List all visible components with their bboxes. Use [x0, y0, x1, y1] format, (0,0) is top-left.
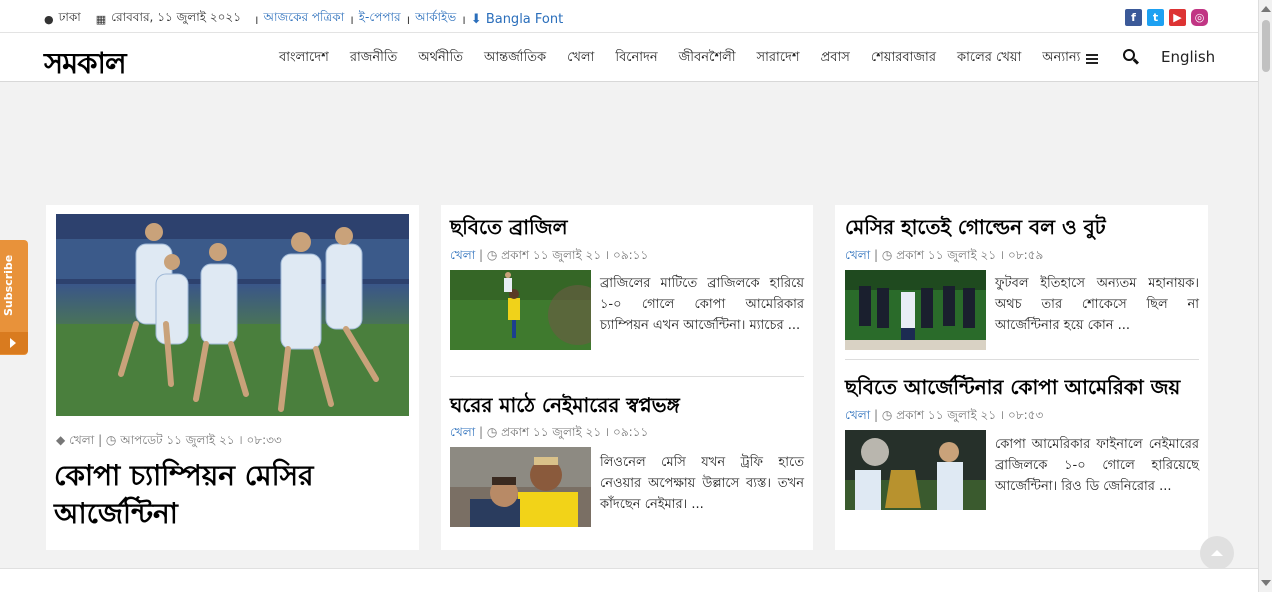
- clock-icon: ◷: [486, 425, 498, 439]
- story-title[interactable]: ঘরের মাঠে নেইমারের স্বপ্নভঙ্গ: [450, 391, 680, 424]
- clock-icon: ◷: [881, 408, 893, 422]
- clock-icon: ◷: [486, 248, 498, 262]
- page-scrollbar[interactable]: [1258, 0, 1272, 592]
- nav-item-expatriate[interactable]: প্রবাস: [821, 48, 850, 69]
- nav-item-more[interactable]: অন্যান্য: [1042, 48, 1099, 69]
- english-link[interactable]: English: [1161, 48, 1215, 66]
- main-nav: বাংলাদেশ রাজনীতি অর্থনীতি আন্তর্জাতিক খে…: [279, 48, 1099, 69]
- scroll-thumb[interactable]: [1262, 20, 1270, 72]
- location-pin-icon: ●: [44, 12, 54, 26]
- scroll-down-icon[interactable]: [1261, 580, 1271, 586]
- divider: [450, 376, 804, 377]
- todays-paper-link[interactable]: আজকের পত্রিকা: [264, 9, 345, 29]
- nav-item-bangladesh[interactable]: বাংলাদেশ: [279, 48, 329, 69]
- story-meta: খেলা | ◷ প্রকাশ ১১ জুলাই ২১ । ০৮:৫৯: [845, 248, 1044, 262]
- location-label: ঢাকা: [58, 10, 81, 24]
- story-title[interactable]: ছবিতে আর্জেন্টিনার কোপা আমেরিকা জয়: [845, 373, 1180, 406]
- facebook-icon[interactable]: f: [1125, 9, 1142, 26]
- archive-link[interactable]: আর্কাইভ: [415, 9, 456, 29]
- hamburger-icon: [1086, 53, 1099, 64]
- site-logo[interactable]: সমকাল: [44, 41, 127, 90]
- story-thumbnail[interactable]: [845, 270, 986, 350]
- lead-story-title[interactable]: কোপা চ্যাম্পিয়ন মেসির আর্জেন্টিনা: [54, 457, 354, 533]
- story-meta: খেলা | ◷ প্রকাশ ১১ জুলাই ২১ । ০৯:১১: [450, 425, 649, 439]
- lead-story-meta: ◆ খেলা | ◷ আপডেট ১১ জুলাই ২১ । ০৮:৩৩: [56, 433, 282, 447]
- story-thumbnail[interactable]: [845, 430, 986, 510]
- top-bar: ● ঢাকা ▦ রোববার, ১১ জুলাই ২০২১ । আজকের প…: [0, 0, 1258, 33]
- story-published: প্রকাশ ১১ জুলাই ২১ । ০৮:৫৯: [896, 248, 1044, 262]
- nav-item-stock-market[interactable]: শেয়ারবাজার: [871, 48, 936, 69]
- nav-item-economy[interactable]: অর্থনীতি: [418, 48, 463, 69]
- story-thumbnail[interactable]: [450, 270, 591, 350]
- story-column-3: মেসির হাতেই গোল্ডেন বল ও বুট খেলা | ◷ প্…: [835, 205, 1208, 550]
- lead-story-image[interactable]: [56, 214, 409, 416]
- twitter-icon[interactable]: t: [1147, 9, 1164, 26]
- scroll-up-icon[interactable]: [1261, 6, 1271, 12]
- clock-icon: ◷: [105, 433, 117, 447]
- bangla-font-link[interactable]: ⬇ Bangla Font: [471, 12, 563, 27]
- story-excerpt: ফুটবল ইতিহাসে অন্যতম মহানায়ক। অথচ তার শ…: [995, 276, 1199, 333]
- story-category[interactable]: খেলা: [845, 408, 870, 422]
- story-excerpt: ব্রাজিলের মাটিতে ব্রাজিলকে হারিয়ে ১-০ গ…: [600, 276, 804, 333]
- nav-item-politics[interactable]: রাজনীতি: [350, 48, 398, 69]
- clock-icon: ◷: [881, 248, 893, 262]
- date-label: রোববার, ১১ জুলাই ২০২১: [111, 10, 241, 24]
- nav-item-kaler-kheya[interactable]: কালের খেয়া: [957, 48, 1021, 69]
- tag-icon: ◆: [56, 433, 66, 447]
- nav-more-label: অন্যান্য: [1042, 50, 1081, 65]
- story-meta: খেলা | ◷ প্রকাশ ১১ জুলাই ২১ । ০৯:১১: [450, 248, 649, 262]
- story-meta: খেলা | ◷ প্রকাশ ১১ জুলাই ২১ । ০৮:৫৩: [845, 408, 1044, 422]
- story-category[interactable]: খেলা: [845, 248, 870, 262]
- search-icon[interactable]: [1123, 49, 1140, 65]
- subscribe-label: Subscribe: [2, 254, 15, 316]
- top-bar-left: ● ঢাকা ▦ রোববার, ১১ জুলাই ২০২১ । আজকের প…: [44, 9, 563, 29]
- back-to-top-button[interactable]: [1200, 536, 1234, 570]
- lead-story-updated: আপডেট ১১ জুলাই ২১ । ০৮:৩৩: [120, 433, 282, 447]
- nav-item-lifestyle[interactable]: জীবনশৈলী: [679, 48, 736, 69]
- footer-strip: [0, 568, 1258, 592]
- story-thumbnail[interactable]: [450, 447, 591, 527]
- social-links: f t ▶ ◎: [1125, 9, 1208, 26]
- nav-item-sports[interactable]: খেলা: [567, 48, 594, 69]
- bangla-font-label: Bangla Font: [485, 11, 564, 27]
- story-category[interactable]: খেলা: [450, 425, 475, 439]
- story-title[interactable]: ছবিতে ব্রাজিল: [450, 213, 568, 246]
- story-published: প্রকাশ ১১ জুলাই ২১ । ০৮:৫৩: [896, 408, 1044, 422]
- story-category[interactable]: খেলা: [450, 248, 475, 262]
- calendar-icon: ▦: [95, 12, 107, 26]
- story-title[interactable]: মেসির হাতেই গোল্ডেন বল ও বুট: [845, 213, 1106, 246]
- main-navbar: সমকাল বাংলাদেশ রাজনীতি অর্থনীতি আন্তর্জা…: [0, 33, 1258, 82]
- download-icon: ⬇: [470, 11, 482, 27]
- story-column-2: ছবিতে ব্রাজিল খেলা | ◷ প্রকাশ ১১ জুলাই ২…: [441, 205, 813, 550]
- play-icon: [0, 332, 28, 354]
- youtube-icon[interactable]: ▶: [1169, 9, 1186, 26]
- epaper-link[interactable]: ই-পেপার: [359, 9, 401, 29]
- lead-story-card[interactable]: ◆ খেলা | ◷ আপডেট ১১ জুলাই ২১ । ০৮:৩৩ কোপ…: [46, 205, 419, 550]
- lead-story-category[interactable]: খেলা: [69, 433, 94, 447]
- nav-item-entertainment[interactable]: বিনোদন: [615, 48, 657, 69]
- story-published: প্রকাশ ১১ জুলাই ২১ । ০৯:১১: [501, 248, 649, 262]
- story-excerpt: লিওনেল মেসি যখন ট্রফি হাতে নেওয়ার অপেক্…: [600, 455, 804, 512]
- instagram-icon[interactable]: ◎: [1191, 9, 1208, 26]
- subscribe-tab[interactable]: Subscribe: [0, 240, 28, 355]
- divider: [845, 359, 1199, 360]
- nav-item-international[interactable]: আন্তর্জাতিক: [484, 48, 546, 69]
- nav-item-countrywide[interactable]: সারাদেশ: [757, 48, 800, 69]
- story-excerpt: কোপা আমেরিকার ফাইনালে নেইমারের ব্রাজিলকে…: [995, 437, 1199, 494]
- story-published: প্রকাশ ১১ জুলাই ২১ । ০৯:১১: [501, 425, 649, 439]
